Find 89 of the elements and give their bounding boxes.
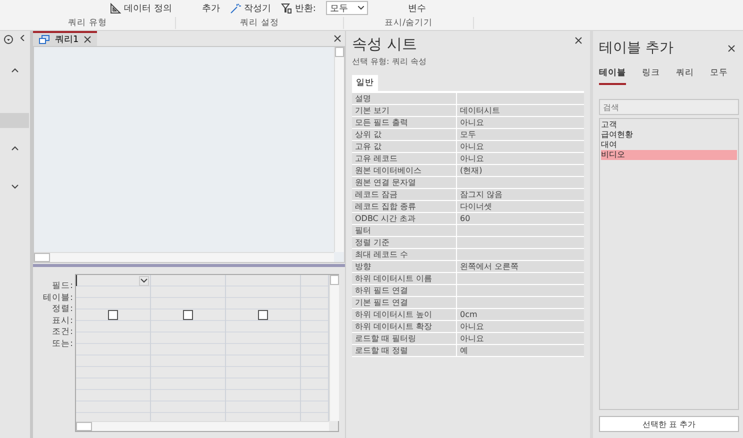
source-tab[interactable]: 모두 — [710, 67, 728, 85]
property-value[interactable]: (현재) — [457, 165, 584, 176]
collapse-icon[interactable] — [18, 35, 26, 41]
table-list-item[interactable]: 급여현황 — [601, 130, 737, 140]
property-tab[interactable]: 일반 — [352, 75, 378, 91]
property-name: 기본 보기 — [352, 105, 456, 116]
property-value[interactable]: 데이터시트 — [457, 105, 584, 116]
property-name: 하위 데이터시트 이름 — [352, 273, 456, 284]
horizontal-scrollbar[interactable] — [76, 421, 329, 431]
chevron-up-icon[interactable] — [11, 67, 19, 73]
property-value[interactable]: 아니요 — [457, 333, 584, 344]
show-checkbox[interactable] — [258, 310, 268, 320]
property-name: 하위 데이터시트 높이 — [352, 309, 456, 320]
close-icon[interactable] — [575, 37, 582, 44]
ribbon-label: 변수 — [408, 2, 426, 14]
query-tab[interactable]: 쿼리1 — [33, 31, 97, 46]
property-value[interactable]: 잠그지 않음 — [457, 189, 584, 200]
grid-row-label: 조건: — [52, 327, 73, 338]
property-name: 원본 연결 문자열 — [352, 177, 456, 188]
panel-title: 속성 시트 — [352, 35, 417, 54]
search-field[interactable]: 검색 — [599, 99, 739, 115]
property-name: 최대 레코드 수 — [352, 249, 456, 260]
ribbon-label: 추가 — [202, 2, 220, 14]
caret-icon[interactable] — [140, 278, 148, 284]
property-name: 필터 — [352, 225, 456, 236]
property-value[interactable]: 아니요 — [457, 117, 584, 128]
vertical-scrollbar[interactable] — [334, 47, 344, 252]
ribbon-group-label: 표시/숨기기 — [344, 17, 474, 29]
source-tab[interactable]: 쿼리 — [676, 67, 694, 85]
dropdown-circle-icon[interactable] — [4, 35, 12, 44]
close-icon[interactable] — [84, 36, 91, 43]
caret-icon — [358, 6, 364, 10]
ribbon-label: 반환: — [280, 2, 316, 14]
chevron-down-icon[interactable] — [11, 184, 19, 190]
panel-title: 테이블 추가 — [599, 39, 674, 57]
property-name: 하위 필드 연결 — [352, 285, 456, 296]
ribbon-button[interactable]: 작성기 — [230, 2, 271, 14]
grid-row-label: 표시: — [52, 316, 73, 327]
property-name: 레코드 집합 종류 — [352, 201, 456, 212]
grid-row-label: 테이블: — [43, 292, 73, 304]
grid-row-label: 정렬: — [52, 304, 73, 316]
query-icon — [39, 35, 50, 44]
show-checkbox[interactable] — [108, 310, 118, 320]
add-selected-button[interactable]: 선택한 표 추가 — [599, 416, 739, 432]
vertical-scrollbar[interactable] — [329, 275, 339, 421]
property-name: 상위 값 — [352, 129, 456, 140]
property-name: 하위 데이터시트 확장 — [352, 321, 456, 332]
chevron-up-icon[interactable] — [11, 145, 19, 151]
property-value[interactable]: 왼쪽에서 오른쪽 — [457, 261, 584, 272]
table-list-item[interactable]: 고객 — [601, 120, 737, 130]
property-value[interactable]: 아니요 — [457, 141, 584, 152]
table-list-item[interactable]: 대여 — [601, 140, 737, 150]
property-value[interactable]: 아니요 — [457, 153, 584, 164]
ribbon-button[interactable]: 데이터 정의 — [110, 2, 172, 14]
property-name: ODBC 시간 초과 — [352, 213, 456, 224]
property-name: 기본 필드 연결 — [352, 297, 456, 308]
funnel-icon — [280, 2, 292, 14]
property-name: 원본 데이터베이스 — [352, 165, 456, 176]
grid-row-label: 필드: — [52, 281, 73, 292]
close-icon[interactable] — [728, 45, 735, 52]
grid-row-label: 또는: — [52, 338, 73, 350]
property-name: 모든 필드 출력 — [352, 117, 456, 128]
property-name: 정렬 기준 — [352, 237, 456, 248]
ribbon-group-label: 쿼리 설정 — [176, 17, 344, 29]
property-name: 로드할 때 필터링 — [352, 333, 456, 344]
return-select[interactable]: 모두 — [326, 1, 368, 15]
source-tab[interactable]: 링크 — [642, 67, 660, 85]
property-value[interactable]: 60 — [457, 213, 584, 224]
property-name: 고유 레코드 — [352, 153, 456, 164]
property-value[interactable]: 0cm — [457, 309, 584, 320]
property-value[interactable]: 아니요 — [457, 321, 584, 332]
property-name: 방향 — [352, 261, 456, 272]
property-value[interactable]: 모두 — [457, 129, 584, 140]
wand-icon — [230, 2, 241, 14]
property-value[interactable]: 다이너셋 — [457, 201, 584, 212]
selection-type: 선택 유형: 쿼리 속성 — [352, 56, 428, 67]
show-checkbox[interactable] — [183, 310, 193, 320]
ruler-icon — [110, 2, 121, 14]
property-name: 고유 값 — [352, 141, 456, 152]
close-icon[interactable] — [334, 35, 341, 42]
horizontal-scrollbar[interactable] — [34, 252, 334, 262]
property-name: 설명 — [352, 93, 456, 104]
table-list-item[interactable]: 비디오 — [601, 150, 737, 160]
ribbon-group-label: 쿼리 유형 — [0, 17, 176, 29]
field-combo[interactable] — [76, 275, 150, 286]
property-name: 레코드 잠금 — [352, 189, 456, 200]
property-value[interactable]: 예 — [457, 345, 584, 356]
source-tab[interactable]: 테이블 — [599, 67, 626, 85]
property-name: 로드할 때 정렬 — [352, 345, 456, 356]
